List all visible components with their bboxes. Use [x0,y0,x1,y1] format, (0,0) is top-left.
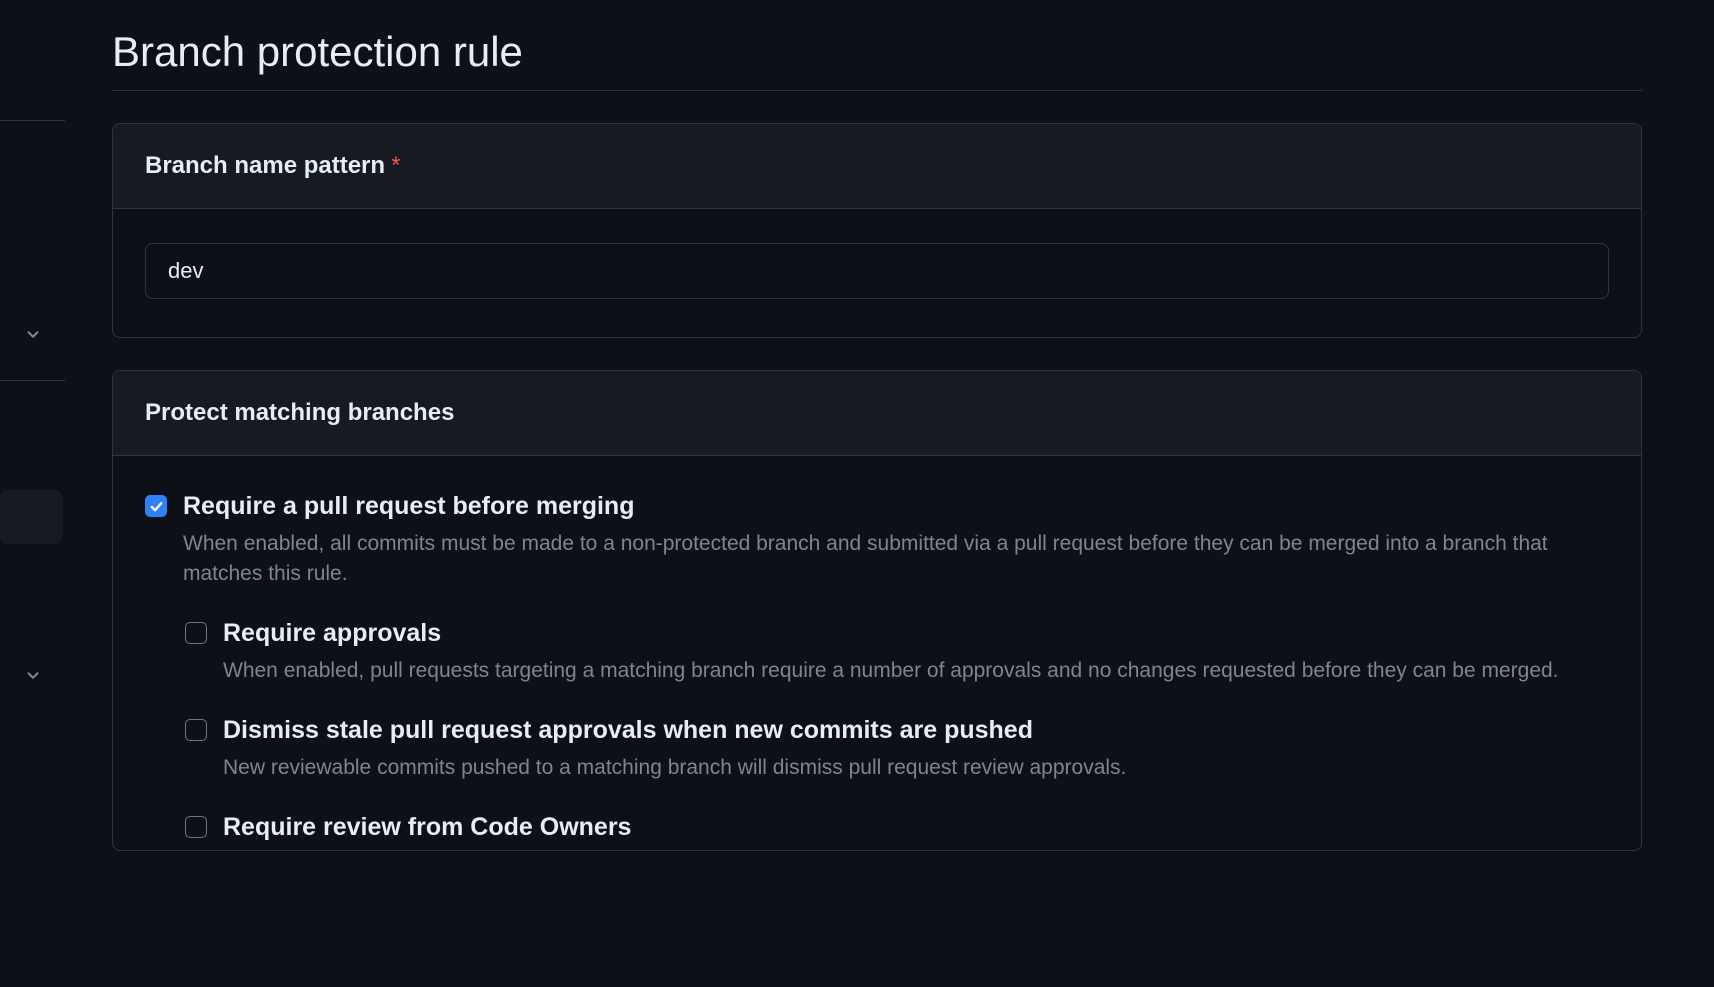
page-title: Branch protection rule [112,28,1642,91]
option-label: Require review from Code Owners [223,811,1609,844]
sidebar-selected-item[interactable] [0,490,63,544]
checkbox-dismiss-stale-approvals[interactable] [185,719,207,741]
option-require-code-owners: Require review from Code Owners [185,811,1609,850]
option-label: Require approvals [223,617,1609,650]
checkbox-require-pull-request[interactable] [145,495,167,517]
option-description: New reviewable commits pushed to a match… [223,753,1609,783]
sidebar-divider [0,120,65,121]
sidebar-divider [0,380,65,381]
option-label: Require a pull request before merging [183,490,1609,523]
option-require-approvals: Require approvals When enabled, pull req… [185,617,1609,686]
chevron-down-icon[interactable] [22,323,44,345]
option-label: Dismiss stale pull request approvals whe… [223,714,1609,747]
branch-pattern-input[interactable] [145,243,1609,299]
protect-branches-header: Protect matching branches [113,371,1641,456]
branch-pattern-header: Branch name pattern* [113,124,1641,209]
option-dismiss-stale-approvals: Dismiss stale pull request approvals whe… [185,714,1609,783]
protect-branches-body: Require a pull request before merging Wh… [113,456,1641,850]
option-description: When enabled, all commits must be made t… [183,529,1609,590]
option-require-pull-request: Require a pull request before merging Wh… [145,490,1609,589]
chevron-down-icon[interactable] [22,664,44,686]
protect-branches-card: Protect matching branches Require a pull… [112,370,1642,851]
checkbox-require-approvals[interactable] [185,622,207,644]
protect-branches-title: Protect matching branches [145,399,454,426]
sidebar-stub [0,0,65,987]
branch-pattern-body [113,209,1641,337]
main-content: Branch protection rule Branch name patte… [112,28,1642,883]
required-indicator: * [391,152,400,179]
branch-pattern-label: Branch name pattern [145,152,385,179]
branch-pattern-card: Branch name pattern* [112,123,1642,338]
checkbox-require-code-owners[interactable] [185,816,207,838]
option-description: When enabled, pull requests targeting a … [223,656,1609,686]
